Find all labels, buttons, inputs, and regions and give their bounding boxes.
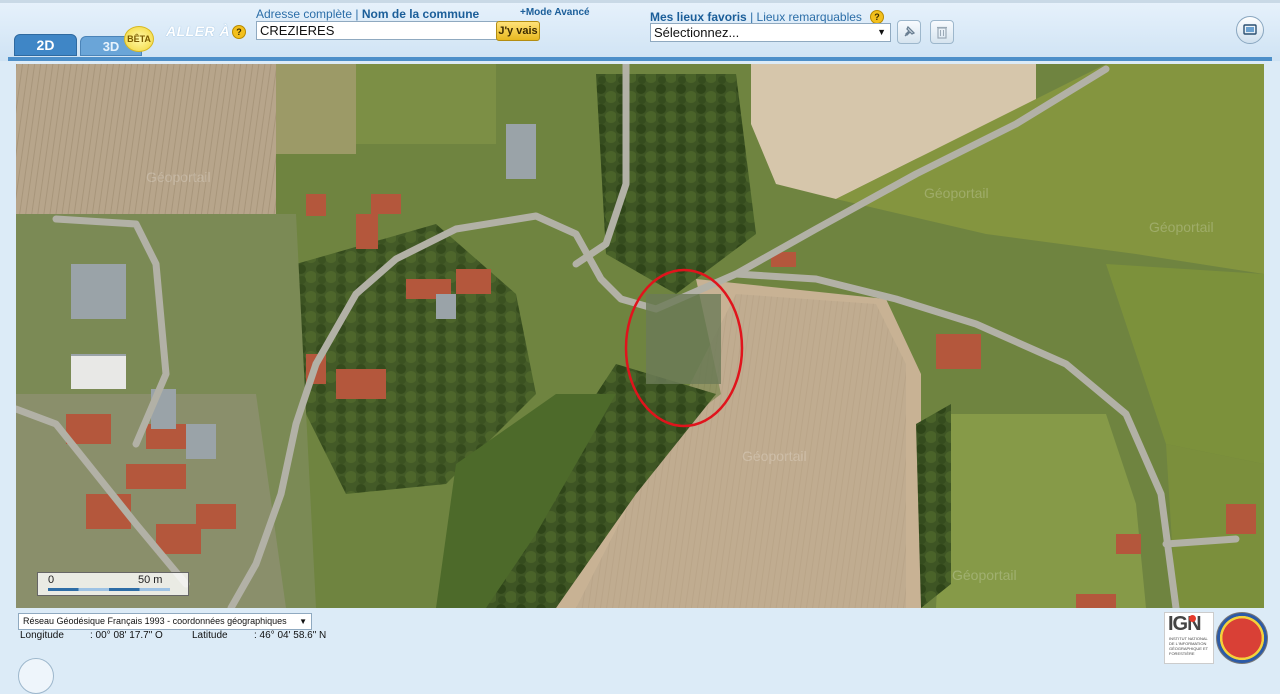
map-watermark: Géoportail [146, 169, 211, 185]
search-input[interactable] [256, 21, 498, 40]
header-divider [8, 57, 1272, 61]
ign-logo-subtitle: INSTITUT NATIONAL DE L'INFORMATION GÉOGR… [1169, 636, 1209, 656]
favorites-select-value: Sélectionnez... [654, 25, 740, 40]
projection-value: Réseau Géodésique Français 1993 - coordo… [23, 616, 287, 626]
compass-control[interactable] [18, 658, 54, 694]
map-watermark: Géoportail [952, 567, 1017, 583]
scale-zero: 0 [48, 574, 55, 586]
map-watermark: Géoportail [924, 185, 989, 201]
link-separator: | [355, 7, 359, 21]
longitude-label: Longitude [20, 630, 64, 641]
projection-select[interactable]: Réseau Géodésique Français 1993 - coordo… [18, 613, 312, 630]
scale-bar: 0 50 m [37, 572, 189, 596]
commune-name-link[interactable]: Nom de la commune [362, 7, 479, 21]
goto-help-icon[interactable]: ? [232, 25, 246, 39]
trash-icon[interactable] [930, 20, 954, 44]
remarkable-places-link[interactable]: Lieux remarquables [757, 10, 862, 24]
screen-icon[interactable] [1236, 16, 1264, 44]
full-address-link[interactable]: Adresse complète [256, 7, 352, 21]
favorites-links: Mes lieux favoris | Lieux remarquables [650, 10, 862, 24]
beta-badge: BÊTA [124, 26, 154, 52]
latitude-label: Latitude [192, 630, 228, 641]
longitude-value: : 00° 08' 17.7" O [90, 630, 163, 641]
pin-icon[interactable] [897, 20, 921, 44]
favorites-separator: | [750, 10, 754, 24]
chevron-down-icon: ▼ [877, 27, 886, 37]
map-watermark: Géoportail [1149, 219, 1214, 235]
favorites-select[interactable]: Sélectionnez... ▼ [650, 23, 891, 42]
advanced-mode-link[interactable]: +Mode Avancé [520, 7, 590, 18]
government-seal-icon [1216, 612, 1268, 664]
tab-2d[interactable]: 2D [14, 34, 77, 56]
aerial-map[interactable]: Géoportail Géoportail Géoportail Géoport… [16, 64, 1264, 608]
ign-logo-dot [1189, 615, 1196, 622]
map-watermark: Géoportail [742, 448, 807, 464]
goto-label: ALLER À [166, 23, 231, 39]
ign-logo: IGN INSTITUT NATIONAL DE L'INFORMATION G… [1164, 612, 1214, 664]
my-favorites-link[interactable]: Mes lieux favoris [650, 10, 747, 24]
scale-distance: 50 m [138, 574, 163, 586]
latitude-value: : 46° 04' 58.6" N [254, 630, 327, 641]
scale-ruler [48, 588, 170, 591]
address-mode-links: Adresse complète | Nom de la commune [256, 7, 479, 21]
favorites-help-icon[interactable]: ? [870, 10, 884, 24]
go-button[interactable]: J'y vais [496, 21, 540, 41]
chevron-down-icon: ▼ [299, 617, 307, 626]
